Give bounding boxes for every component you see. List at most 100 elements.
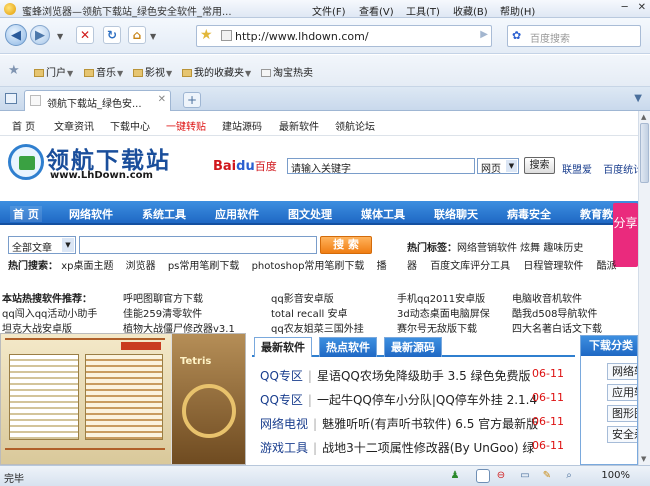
tag-item[interactable]: 器 <box>407 261 417 272</box>
menu-network[interactable]: 网络软件 <box>69 206 113 222</box>
topnav-repost[interactable]: 一键转贴 <box>166 118 206 133</box>
reload-button[interactable]: ↻ <box>103 26 121 44</box>
topnav-articles[interactable]: 文章资讯 <box>54 118 94 133</box>
tab-latest-source[interactable]: 最新源码 <box>384 337 442 357</box>
recommend-link[interactable]: 电脑收音机软件 <box>512 290 582 305</box>
hot-search-item[interactable]: 播 <box>377 261 387 272</box>
topnav-forum[interactable]: 领航论坛 <box>335 118 375 133</box>
tab-menu-icon[interactable]: ▼ <box>634 93 642 104</box>
scroll-down-icon[interactable]: ▼ <box>641 455 646 463</box>
baidu-type-select[interactable]: 网页 ▼ <box>477 158 519 175</box>
software-screenshot[interactable] <box>1 334 171 464</box>
bookmark-star-icon[interactable]: ★ <box>200 27 213 43</box>
vertical-scrollbar[interactable]: ▲ ▼ <box>638 111 650 465</box>
featured-screenshots[interactable]: Tetris <box>0 333 246 465</box>
menu-system[interactable]: 系统工具 <box>142 206 186 222</box>
list-item[interactable]: 游戏工具 | 战地3十二项属性修改器(By UnGoo) 绿 06-11 <box>260 439 572 459</box>
link-union[interactable]: 联盟爱 <box>562 165 592 176</box>
address-input[interactable]: http://www.lhdown.com/ <box>235 30 369 43</box>
address-bar[interactable]: ★ http://www.lhdown.com/ ▶ <box>196 25 492 47</box>
hot-search-item[interactable]: photoshop常用笔刷下载 <box>252 261 365 272</box>
tab-lhdown[interactable]: 领航下载站_绿色安... ✕ <box>24 90 171 111</box>
site-search-input[interactable] <box>79 236 317 254</box>
minimize-icon[interactable]: ─ <box>622 2 628 13</box>
go-arrow-icon[interactable]: ▶ <box>480 29 488 40</box>
home-button[interactable]: ⌂ <box>128 26 146 44</box>
recommend-link[interactable]: qq影音安卓版 <box>271 290 334 305</box>
close-tab-icon[interactable]: ✕ <box>158 94 166 105</box>
menu-chat[interactable]: 联络聊天 <box>434 206 478 222</box>
hot-search-item[interactable]: xp桌面主题 <box>61 261 113 272</box>
zoom-icon[interactable]: ⌕ <box>562 469 576 483</box>
zoom-level[interactable]: 100% <box>601 470 630 481</box>
back-button[interactable]: ◀ <box>5 24 27 46</box>
recommend-link[interactable]: 赛尔号无敌版下载 <box>397 320 477 335</box>
block-icon[interactable]: ⊖ <box>494 469 508 483</box>
search-box[interactable]: ✿ 百度搜索 <box>507 25 641 47</box>
menu-tools[interactable]: 工具(T) <box>406 3 453 18</box>
stop-button[interactable]: ✕ <box>76 26 94 44</box>
favorite-my-folder[interactable]: 我的收藏夹▼ <box>182 64 251 79</box>
home-dropdown-icon[interactable]: ▼ <box>150 32 156 41</box>
forward-button[interactable]: ▶ <box>30 25 50 45</box>
window-icon[interactable] <box>476 469 490 483</box>
menu-file[interactable]: 文件(F) <box>312 3 359 18</box>
menu-favorites[interactable]: 收藏(B) <box>453 3 500 18</box>
search-category-select[interactable]: 全部文章 ▼ <box>8 236 76 254</box>
topnav-downloads[interactable]: 下载中心 <box>110 118 150 133</box>
tag-item[interactable]: 百度文库评分工具 <box>430 261 510 272</box>
baidu-search-input[interactable]: 请输入关键字 <box>287 158 475 175</box>
recommend-link[interactable]: 酷我d508导航软件 <box>512 305 597 320</box>
link-baidu-stats[interactable]: 百度统计 <box>603 165 638 176</box>
menu-apps[interactable]: 应用软件 <box>215 206 259 222</box>
recommend-link[interactable]: qq闯入qq活动小助手 <box>2 305 97 320</box>
category-graphics[interactable]: 图形图 <box>607 405 637 422</box>
category-network[interactable]: 网络软 <box>607 363 637 380</box>
screen-icon[interactable]: ▭ <box>518 469 532 483</box>
baidu-search-button[interactable]: 搜索 <box>524 157 555 174</box>
menu-education[interactable]: 教育教 <box>580 206 613 222</box>
menu-graphics[interactable]: 图文处理 <box>288 206 332 222</box>
recommend-link[interactable]: 手机qq2011安卓版 <box>397 290 485 305</box>
menu-home[interactable]: 首 页 <box>10 206 42 222</box>
menu-security[interactable]: 病毒安全 <box>507 206 551 222</box>
history-dropdown-icon[interactable]: ▼ <box>57 32 63 41</box>
category-apps[interactable]: 应用软 <box>607 384 637 401</box>
hot-search-item[interactable]: 浏览器 <box>126 261 156 272</box>
favorite-music[interactable]: 音乐▼ <box>84 64 123 79</box>
scroll-up-icon[interactable]: ▲ <box>641 113 646 121</box>
scrollbar-thumb[interactable] <box>640 123 649 183</box>
list-item[interactable]: QQ专区 | 一起牛QQ停车小分队|QQ停车外挂 2.1.4 06-11 <box>260 391 572 411</box>
favorite-taobao[interactable]: 淘宝热卖 <box>261 64 313 79</box>
broom-icon[interactable]: ✎ <box>540 469 554 483</box>
user-icon[interactable]: ♟ <box>448 469 462 483</box>
menu-help[interactable]: 帮助(H) <box>500 3 547 18</box>
topnav-source[interactable]: 建站源码 <box>222 118 262 133</box>
tag-item[interactable]: 酷派 <box>597 261 617 272</box>
tab-list-icon[interactable] <box>5 93 17 104</box>
recommend-link[interactable]: 四大名著白话文下载 <box>512 320 602 335</box>
close-window-icon[interactable]: ✕ <box>638 2 646 13</box>
search-input[interactable]: 百度搜索 <box>530 30 570 45</box>
tab-latest-software[interactable]: 最新软件 <box>254 337 312 357</box>
menu-view[interactable]: 查看(V) <box>359 3 406 18</box>
menu-media[interactable]: 媒体工具 <box>361 206 405 222</box>
favorites-star-icon[interactable]: ★ <box>8 63 20 78</box>
new-tab-button[interactable]: + <box>183 92 201 108</box>
recommend-link[interactable]: 3d动态桌面电脑屏保 <box>397 305 490 320</box>
recommend-link[interactable]: 呼吧图聊官方下载 <box>123 290 203 305</box>
recommend-link[interactable]: qq农友姐菜三国外挂 <box>271 320 364 335</box>
tag-item[interactable]: 日程管理软件 <box>523 261 583 272</box>
list-item[interactable]: 网络电视 | 魅雅听听(有声听书软件) 6.5 官方最新版 06-11 <box>260 415 572 435</box>
game-screenshot[interactable]: Tetris <box>172 334 245 464</box>
recommend-link[interactable]: 佳能259清零软件 <box>123 305 202 320</box>
favorite-portal[interactable]: 门户▼ <box>34 64 73 79</box>
site-search-button[interactable]: 搜 索 <box>320 236 372 254</box>
list-item[interactable]: QQ专区 | 星语QQ农场免降级助手 3.5 绿色免费版 06-11 <box>260 367 572 387</box>
site-logo[interactable]: 领航下载站 www.LhDown.com <box>8 142 169 184</box>
category-security[interactable]: 安全杀 <box>607 426 637 443</box>
recommend-link[interactable]: total recall 安卓 <box>271 305 347 320</box>
tab-hot-software[interactable]: 热点软件 <box>319 337 377 357</box>
topnav-new-software[interactable]: 最新软件 <box>279 118 319 133</box>
hot-search-item[interactable]: ps常用笔刷下载 <box>168 261 240 272</box>
